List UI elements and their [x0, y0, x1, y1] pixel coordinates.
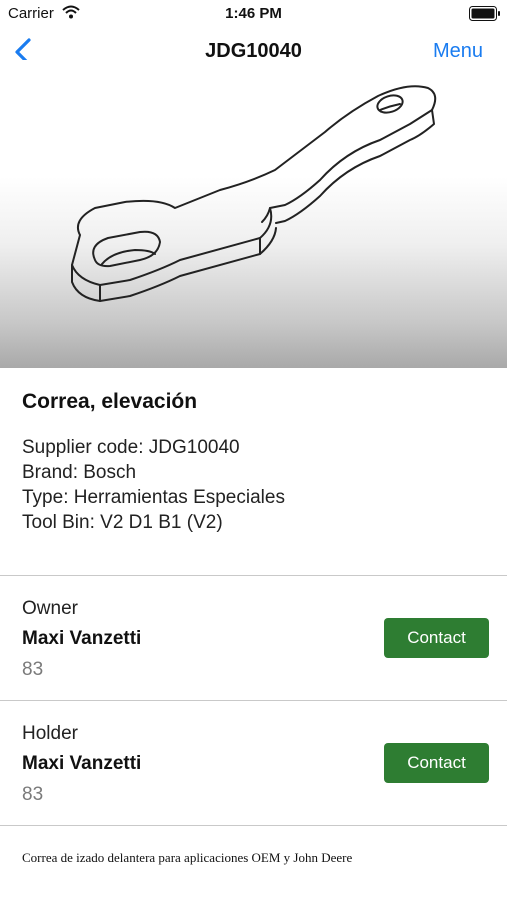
status-time: 1:46 PM	[225, 5, 282, 22]
owner-section: Owner Maxi Vanzetti 83 Contact	[0, 576, 507, 700]
lifting-strap-illustration	[71, 85, 437, 302]
holder-name: Maxi Vanzetti	[22, 753, 142, 774]
tool-name: Correa, elevación	[22, 390, 198, 413]
holder-section: Holder Maxi Vanzetti 83 Contact	[0, 701, 507, 825]
tool-description: Correa de izado delantera para aplicacio…	[22, 850, 353, 865]
tool-details: Correa, elevación Supplier code: JDG1004…	[0, 368, 507, 576]
brand: Brand: Bosch	[22, 462, 137, 483]
tool-image	[0, 60, 507, 368]
contact-holder-button[interactable]: Contact	[384, 743, 489, 783]
holder-label: Holder	[22, 723, 78, 744]
contact-owner-button[interactable]: Contact	[384, 618, 489, 658]
tool-type: Type: Herramientas Especiales	[22, 487, 285, 508]
tool-bin: Tool Bin: V2 D1 B1 (V2)	[22, 512, 223, 533]
owner-name: Maxi Vanzetti	[22, 628, 142, 649]
status-bar: Carrier 1:46 PM	[0, 0, 507, 28]
battery-icon	[469, 6, 501, 21]
owner-number: 83	[22, 659, 44, 680]
divider	[0, 825, 507, 826]
holder-number: 83	[22, 784, 44, 805]
supplier-code: Supplier code: JDG10040	[22, 437, 240, 458]
owner-label: Owner	[22, 598, 78, 619]
